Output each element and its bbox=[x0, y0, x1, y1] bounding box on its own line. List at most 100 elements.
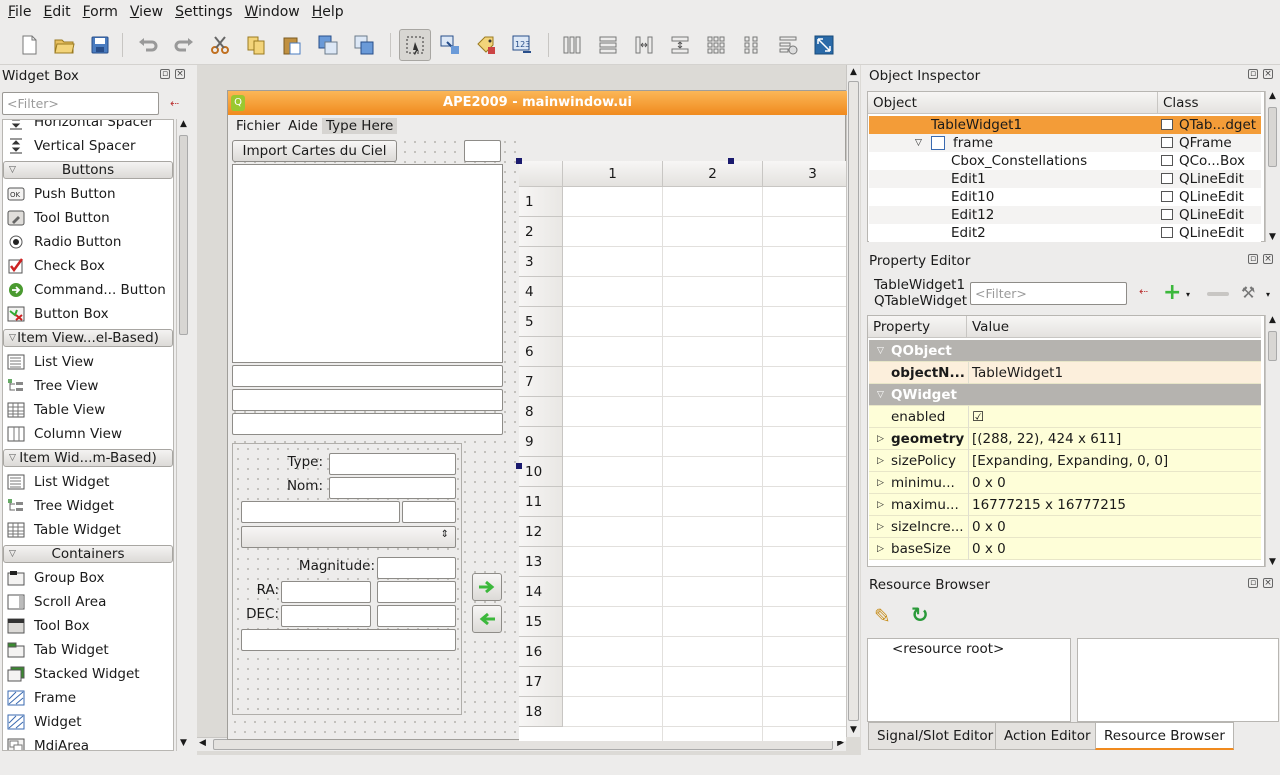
dec-input-1[interactable] bbox=[281, 605, 371, 627]
table-corner[interactable] bbox=[519, 161, 563, 187]
table-column-header[interactable]: 2 bbox=[663, 161, 763, 187]
lay-out-vertically-icon[interactable] bbox=[594, 31, 622, 59]
property-expander-icon[interactable]: ▷ bbox=[877, 538, 884, 560]
form-menu-fichier[interactable]: Fichier bbox=[228, 118, 284, 134]
widget-item-tool-box[interactable]: Tool Box bbox=[3, 614, 173, 638]
widget-item-push-button[interactable]: OK Push Button bbox=[3, 182, 173, 206]
float-icon[interactable]: ▫ bbox=[1248, 69, 1258, 79]
chevron-down-icon[interactable]: ▾ bbox=[1266, 290, 1270, 299]
property-category[interactable]: ▽ QObject bbox=[869, 340, 1261, 362]
table-row-header[interactable]: 8 bbox=[519, 397, 563, 427]
table-row-header[interactable]: 3 bbox=[519, 247, 563, 277]
widget-item-button-box[interactable]: Button Box bbox=[3, 302, 173, 326]
remove-property-icon[interactable] bbox=[1207, 292, 1229, 296]
configure-wrench-icon[interactable]: ⚒ bbox=[1241, 283, 1255, 302]
close-icon[interactable]: × bbox=[1263, 254, 1273, 264]
property-value[interactable]: [Expanding, Expanding, 0, 0] bbox=[968, 450, 1168, 472]
widget-filter-input[interactable]: <Filter> bbox=[2, 92, 159, 115]
ra-input-1[interactable] bbox=[281, 581, 371, 603]
edit-line-1[interactable] bbox=[232, 365, 503, 387]
form-menu-aide[interactable]: Aide bbox=[284, 118, 322, 134]
widget-item-check-box[interactable]: Check Box bbox=[3, 254, 173, 278]
redo-icon[interactable] bbox=[170, 31, 198, 59]
resource-file-list[interactable] bbox=[1077, 638, 1279, 722]
property-value[interactable]: [(288, 22), 424 x 611] bbox=[968, 428, 1121, 450]
widget-item-mdiarea[interactable]: MdiArea bbox=[3, 734, 173, 750]
property-value[interactable]: TableWidget1 bbox=[968, 362, 1063, 384]
vertical-splitter-icon[interactable] bbox=[666, 31, 694, 59]
edit-field-b[interactable] bbox=[402, 501, 456, 523]
property-category[interactable]: ▽ QWidget bbox=[869, 384, 1261, 406]
object-tree-row[interactable]: Edit1 QLineEdit bbox=[869, 170, 1261, 188]
close-icon[interactable]: × bbox=[1263, 578, 1273, 588]
menu-form[interactable]: Form bbox=[77, 0, 124, 25]
table-row-header[interactable]: 17 bbox=[519, 667, 563, 697]
widget-item-tool-button[interactable]: Tool Button bbox=[3, 206, 173, 230]
float-icon[interactable]: ▫ bbox=[1248, 578, 1258, 588]
copy-icon[interactable] bbox=[242, 31, 270, 59]
widget-item-frame[interactable]: Frame bbox=[3, 686, 173, 710]
widget-item-tab-widget[interactable]: Tab Widget bbox=[3, 638, 173, 662]
widget-item-list-view[interactable]: List View bbox=[3, 350, 173, 374]
property-editor-scrollbar[interactable]: ▲ ▼ bbox=[1265, 315, 1279, 567]
open-folder-icon[interactable] bbox=[50, 31, 78, 59]
widget-item-radio-button[interactable]: Radio Button bbox=[3, 230, 173, 254]
widget-item-scroll-area[interactable]: Scroll Area bbox=[3, 590, 173, 614]
object-tree-row[interactable]: Edit12 QLineEdit bbox=[869, 206, 1261, 224]
edit-field-bottom[interactable] bbox=[241, 629, 456, 651]
object-inspector-scrollbar[interactable]: ▲ ▼ bbox=[1265, 91, 1279, 242]
object-tree-row[interactable]: Cbox_Constellations QCo...Box bbox=[869, 152, 1261, 170]
undo-icon[interactable] bbox=[134, 31, 162, 59]
horizontal-splitter-icon[interactable] bbox=[630, 31, 658, 59]
resource-root-item[interactable]: <resource root> bbox=[868, 639, 1070, 659]
category-expander-icon[interactable]: ▽ bbox=[877, 340, 884, 362]
widget-item-table-widget[interactable]: Table Widget bbox=[3, 518, 173, 542]
table-row-header[interactable]: 11 bbox=[519, 487, 563, 517]
edit-tab-order-icon[interactable]: 123 bbox=[508, 31, 536, 59]
lay-out-horizontally-icon[interactable] bbox=[558, 31, 586, 59]
property-row[interactable]: ▷ baseSize 0 x 0 bbox=[869, 538, 1261, 560]
save-icon[interactable] bbox=[86, 31, 114, 59]
object-column-header[interactable]: Object bbox=[868, 92, 1157, 114]
bring-to-front-icon[interactable] bbox=[350, 31, 378, 59]
table-column-header[interactable]: 3 bbox=[763, 161, 846, 187]
property-value[interactable]: 16777215 x 16777215 bbox=[968, 494, 1126, 516]
edit-line-2[interactable] bbox=[232, 389, 503, 411]
ra-input-2[interactable] bbox=[377, 581, 456, 603]
object-tree-row[interactable]: Edit10 QLineEdit bbox=[869, 188, 1261, 206]
widget-item-widget[interactable]: Widget bbox=[3, 710, 173, 734]
lay-out-grid-icon[interactable] bbox=[702, 31, 730, 59]
edit-widgets-icon[interactable] bbox=[399, 29, 431, 61]
widget-item-table-view[interactable]: Table View bbox=[3, 398, 173, 422]
object-tree-row[interactable]: Edit2 QLineEdit bbox=[869, 224, 1261, 242]
resource-tree[interactable]: <resource root> bbox=[867, 638, 1071, 722]
object-tree-row[interactable]: ▽ frame QFrame bbox=[869, 134, 1261, 152]
property-row[interactable]: enabled ☑ bbox=[869, 406, 1261, 428]
widget-item-tree-widget[interactable]: Tree Widget bbox=[3, 494, 173, 518]
clear-filter-icon[interactable]: ⇠ bbox=[170, 97, 179, 110]
import-cartes-button[interactable]: Import Cartes du Ciel bbox=[232, 140, 397, 162]
table-row-header[interactable]: 5 bbox=[519, 307, 563, 337]
arrow-right-button[interactable] bbox=[472, 573, 502, 601]
tree-expander-icon[interactable]: ▽ bbox=[915, 134, 922, 152]
table-row-header[interactable]: 9 bbox=[519, 427, 563, 457]
widget-category-buttons[interactable]: Buttons bbox=[3, 161, 173, 179]
table-row-header[interactable]: 14 bbox=[519, 577, 563, 607]
widget-box-scrollbar[interactable]: ▲ ▼ bbox=[176, 119, 190, 751]
widget-category-containers[interactable]: Containers bbox=[3, 545, 173, 563]
widget-item-command-button[interactable]: Command... Button bbox=[3, 278, 173, 302]
widget-item-column-view[interactable]: Column View bbox=[3, 422, 173, 446]
close-icon[interactable]: × bbox=[1263, 69, 1273, 79]
float-icon[interactable]: ▫ bbox=[160, 69, 170, 79]
selection-handle[interactable] bbox=[516, 463, 522, 469]
dec-input-2[interactable] bbox=[377, 605, 456, 627]
clear-filter-icon[interactable]: ⇠ bbox=[1139, 285, 1148, 298]
menu-file[interactable]: File bbox=[2, 0, 37, 25]
property-row[interactable]: ▷ sizePolicy [Expanding, Expanding, 0, 0] bbox=[869, 450, 1261, 472]
property-expander-icon[interactable]: ▷ bbox=[877, 428, 884, 450]
menu-settings[interactable]: Settings bbox=[169, 0, 238, 25]
arrow-left-button[interactable] bbox=[472, 605, 502, 633]
widget-item-tree-view[interactable]: Tree View bbox=[3, 374, 173, 398]
property-value[interactable]: 0 x 0 bbox=[968, 538, 1006, 560]
add-dynamic-property-icon[interactable]: + bbox=[1163, 281, 1181, 305]
